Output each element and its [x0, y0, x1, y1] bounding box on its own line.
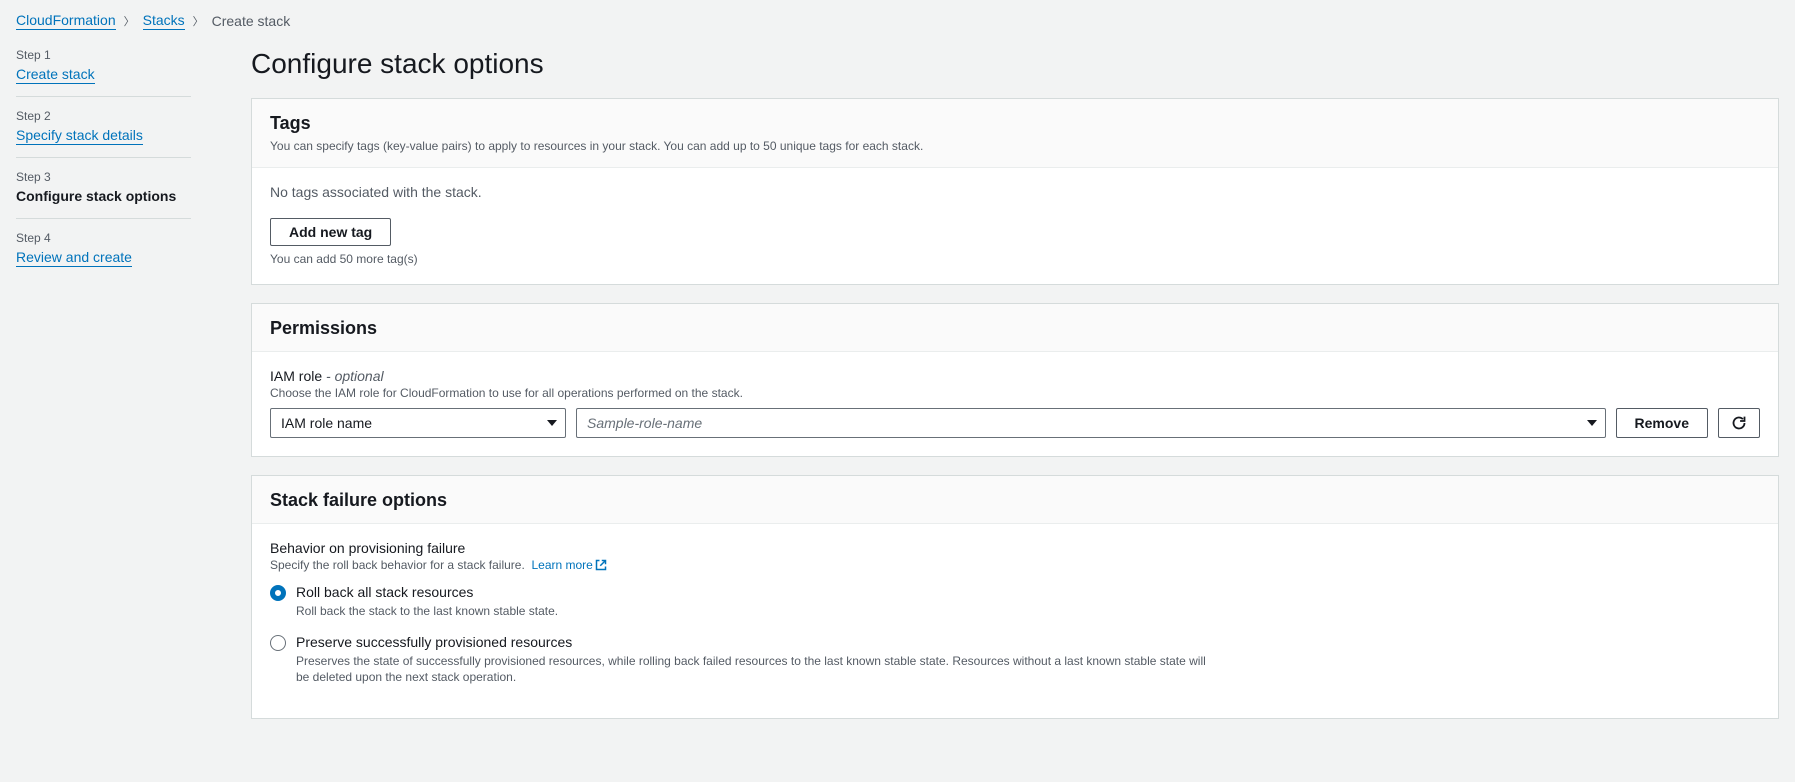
tags-title: Tags	[270, 113, 1760, 134]
iam-role-label: IAM role	[270, 368, 322, 384]
step-link-review-create[interactable]: Review and create	[16, 249, 132, 267]
step-number: Step 1	[16, 48, 191, 62]
refresh-button[interactable]	[1718, 408, 1760, 438]
radio-description: Roll back the stack to the last known st…	[296, 603, 558, 620]
add-new-tag-button[interactable]: Add new tag	[270, 218, 391, 246]
chevron-right-icon: 〉	[193, 13, 204, 29]
stack-failure-panel: Stack failure options Behavior on provis…	[251, 475, 1779, 719]
radio-description: Preserves the state of successfully prov…	[296, 653, 1216, 687]
refresh-icon	[1731, 415, 1747, 431]
breadcrumb-current: Create stack	[212, 13, 291, 29]
step-number: Step 3	[16, 170, 191, 184]
behavior-label: Behavior on provisioning failure	[270, 540, 1760, 556]
caret-down-icon	[1587, 420, 1597, 426]
tags-hint: You can add 50 more tag(s)	[270, 252, 1760, 266]
iam-role-description: Choose the IAM role for CloudFormation t…	[270, 386, 1760, 400]
step-3: Step 3 Configure stack options	[16, 170, 191, 219]
step-number: Step 2	[16, 109, 191, 123]
radio-icon	[270, 635, 286, 651]
tags-empty-message: No tags associated with the stack.	[270, 184, 1760, 200]
breadcrumb-cloudformation[interactable]: CloudFormation	[16, 12, 116, 30]
breadcrumb-stacks[interactable]: Stacks	[143, 12, 185, 30]
caret-down-icon	[547, 420, 557, 426]
radio-label: Preserve successfully provisioned resour…	[296, 634, 572, 650]
iam-role-type-value: IAM role name	[281, 415, 372, 431]
wizard-steps: Step 1 Create stack Step 2 Specify stack…	[16, 48, 191, 291]
external-link-icon	[595, 559, 607, 574]
step-1: Step 1 Create stack	[16, 48, 191, 97]
learn-more-link[interactable]: Learn more	[531, 558, 606, 572]
tags-panel: Tags You can specify tags (key-value pai…	[251, 98, 1779, 285]
permissions-panel: Permissions IAM role - optional Choose t…	[251, 303, 1779, 457]
remove-role-button[interactable]: Remove	[1616, 408, 1708, 438]
radio-icon	[270, 585, 286, 601]
step-current-configure-options: Configure stack options	[16, 188, 191, 204]
page-title: Configure stack options	[251, 48, 1779, 80]
iam-role-name-select[interactable]: Sample-role-name	[576, 408, 1606, 438]
radio-preserve-resources[interactable]: Preserve successfully provisioned resour…	[270, 634, 1760, 687]
chevron-right-icon: 〉	[124, 13, 135, 29]
iam-role-type-select[interactable]: IAM role name	[270, 408, 566, 438]
step-link-specify-details[interactable]: Specify stack details	[16, 127, 143, 145]
iam-role-name-placeholder: Sample-role-name	[587, 415, 702, 431]
main-content: Configure stack options Tags You can spe…	[251, 48, 1779, 737]
step-2: Step 2 Specify stack details	[16, 109, 191, 158]
permissions-title: Permissions	[270, 318, 1760, 339]
iam-role-optional: - optional	[322, 368, 383, 384]
radio-rollback-all[interactable]: Roll back all stack resources Roll back …	[270, 584, 1760, 620]
failure-radio-group: Roll back all stack resources Roll back …	[270, 584, 1760, 686]
radio-label: Roll back all stack resources	[296, 584, 473, 600]
step-link-create-stack[interactable]: Create stack	[16, 66, 95, 84]
stack-failure-title: Stack failure options	[270, 490, 1760, 511]
breadcrumb: CloudFormation 〉 Stacks 〉 Create stack	[16, 12, 1779, 30]
behavior-description: Specify the roll back behavior for a sta…	[270, 558, 1760, 574]
tags-description: You can specify tags (key-value pairs) t…	[270, 138, 1760, 155]
step-number: Step 4	[16, 231, 191, 245]
step-4: Step 4 Review and create	[16, 231, 191, 279]
